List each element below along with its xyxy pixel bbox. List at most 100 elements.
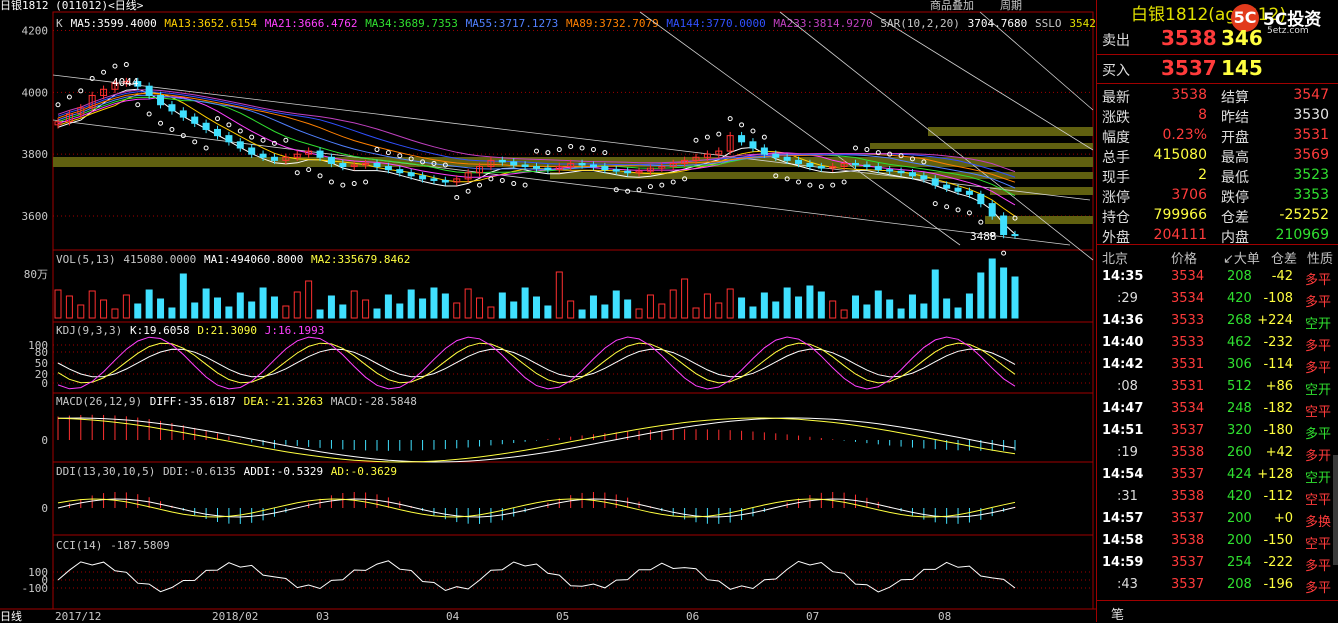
sar-dot xyxy=(55,102,61,108)
tick-row[interactable]: :29 3534 420 -108 多平 xyxy=(1097,288,1338,310)
stat-value: 3569 xyxy=(1293,147,1329,163)
candle-body xyxy=(795,159,803,164)
sar-dot xyxy=(363,179,369,185)
tick-row[interactable]: 14:36 3533 268 +224 空开 xyxy=(1097,310,1338,332)
candle-body xyxy=(624,170,632,174)
sar-dot xyxy=(169,126,175,132)
price-tick: 3600 xyxy=(22,210,49,223)
candle-body xyxy=(191,116,199,124)
volume-bar xyxy=(270,296,278,319)
indicator-header-item: AD:-0.3629 xyxy=(331,465,397,478)
stat-label: 跌停 xyxy=(1221,190,1249,206)
stat-value: 3353 xyxy=(1293,187,1329,203)
tick-volume: 200 xyxy=(1227,533,1252,548)
tick-oi-diff: +128 xyxy=(1257,467,1293,482)
volume-bar xyxy=(954,307,962,319)
stat-label: 仓差 xyxy=(1221,210,1249,226)
volume-bar xyxy=(316,309,324,319)
tick-row[interactable]: :43 3537 208 -196 多平 xyxy=(1097,574,1338,596)
candle-body xyxy=(943,184,951,189)
candle-body xyxy=(179,110,187,118)
candle-body xyxy=(806,162,814,168)
volume-bar xyxy=(840,309,848,319)
candle-body xyxy=(897,170,905,174)
tick-oi-diff: +86 xyxy=(1265,379,1293,394)
candle-body xyxy=(259,153,267,158)
tick-header-type: 性质 xyxy=(1307,252,1334,267)
sar-dot xyxy=(511,181,517,187)
sar-dot xyxy=(306,167,312,173)
tick-price: 3538 xyxy=(1171,533,1205,548)
volume-bar xyxy=(544,305,552,319)
volume-bar xyxy=(589,295,597,319)
candle-body xyxy=(886,169,894,172)
tick-oi-diff: -232 xyxy=(1263,335,1293,350)
price-tick: 4200 xyxy=(22,25,49,38)
sell-row[interactable]: 卖出 3538 346 xyxy=(1097,26,1338,54)
tick-row[interactable]: 14:58 3538 200 -150 空平 xyxy=(1097,530,1338,552)
tick-header: 北京 价格 ↙大单 仓差 性质 xyxy=(1097,245,1338,267)
tick-row[interactable]: 14:59 3537 254 -222 多平 xyxy=(1097,552,1338,574)
buy-volume: 145 xyxy=(1221,56,1263,80)
stat-value: 3706 xyxy=(1171,187,1207,203)
volume-bar xyxy=(476,297,484,319)
volume-bar xyxy=(852,295,859,319)
tick-oi-diff: -182 xyxy=(1263,401,1293,416)
tick-time: 14:40 xyxy=(1102,335,1144,350)
tick-row[interactable]: 14:40 3533 462 -232 多平 xyxy=(1097,332,1338,354)
tick-scrollbar[interactable] xyxy=(1333,455,1338,565)
sar-dot xyxy=(545,150,551,156)
indicator-header-item: DDI:-0.6135 xyxy=(163,465,236,478)
volume-bar xyxy=(453,302,461,319)
sar-dot xyxy=(727,116,733,122)
volume-bar xyxy=(430,287,438,319)
volume-bar xyxy=(829,300,837,319)
tick-row[interactable]: :08 3531 512 +86 空开 xyxy=(1097,376,1338,398)
tick-row[interactable]: 14:47 3534 248 -182 空平 xyxy=(1097,398,1338,420)
stat-row: 幅度 0.23% 开盘 3531 xyxy=(1097,126,1338,146)
tick-header-volume: ↙大单 xyxy=(1223,252,1260,267)
tick-time: 14:58 xyxy=(1102,533,1144,548)
volume-bar xyxy=(965,293,973,319)
kline-chart-area[interactable]: 日银1812 (011012)<日线> 商品叠加 周期 K MA5:3599.4000 M… xyxy=(0,0,1096,622)
indicator-header-item: KDJ(9,3,3) xyxy=(56,324,122,337)
sar-dot xyxy=(374,147,380,153)
candle-body xyxy=(157,94,165,106)
sar-dot xyxy=(670,179,676,185)
tick-row[interactable]: :31 3538 420 -112 空平 xyxy=(1097,486,1338,508)
tick-oi-diff: -196 xyxy=(1263,577,1293,592)
tick-row[interactable]: 14:54 3537 424 +128 空开 xyxy=(1097,464,1338,486)
tick-type: 多平 xyxy=(1305,339,1332,354)
buy-row[interactable]: 买入 3537 145 xyxy=(1097,56,1338,84)
tick-row[interactable]: 14:51 3537 320 -180 多平 xyxy=(1097,420,1338,442)
tick-row[interactable]: 14:57 3537 200 +0 多换 xyxy=(1097,508,1338,530)
indicator-header-item: MA34:3689.7353 xyxy=(365,17,458,30)
sar-dot xyxy=(499,177,505,183)
sar-dot xyxy=(78,88,84,94)
tick-volume: 248 xyxy=(1227,401,1252,416)
tick-volume: 268 xyxy=(1227,313,1252,328)
volume-bar xyxy=(350,290,358,319)
tick-price: 3537 xyxy=(1171,577,1205,592)
tick-type: 多平 xyxy=(1305,427,1332,442)
sar-dot xyxy=(123,62,129,68)
tick-type: 空开 xyxy=(1305,317,1332,332)
volume-bar xyxy=(362,299,370,319)
candle-body xyxy=(612,169,620,172)
kdj-tick: 0 xyxy=(41,377,48,390)
stat-row: 总手 415080 最高 3569 xyxy=(1097,146,1338,166)
kline-chart[interactable]: 日银1812 (011012)<日线> 商品叠加 周期 K MA5:3599.4000 M… xyxy=(0,0,1096,622)
candle-body xyxy=(430,178,438,181)
stat-label: 现手 xyxy=(1102,170,1130,186)
tick-row[interactable]: 14:35 3534 208 -42 多平 xyxy=(1097,266,1338,288)
menu-period[interactable]: 周期 xyxy=(1000,0,1022,12)
sar-dot xyxy=(704,134,710,140)
tick-row[interactable]: 14:42 3531 306 -114 多平 xyxy=(1097,354,1338,376)
sar-dot xyxy=(579,145,585,151)
candle-body xyxy=(863,164,871,168)
volume-tick: 80万 xyxy=(24,268,48,281)
tick-row[interactable]: :19 3538 260 +42 多开 xyxy=(1097,442,1338,464)
volume-bar xyxy=(157,298,165,319)
menu-overlay[interactable]: 商品叠加 xyxy=(930,0,974,12)
tick-type: 空开 xyxy=(1305,471,1332,486)
